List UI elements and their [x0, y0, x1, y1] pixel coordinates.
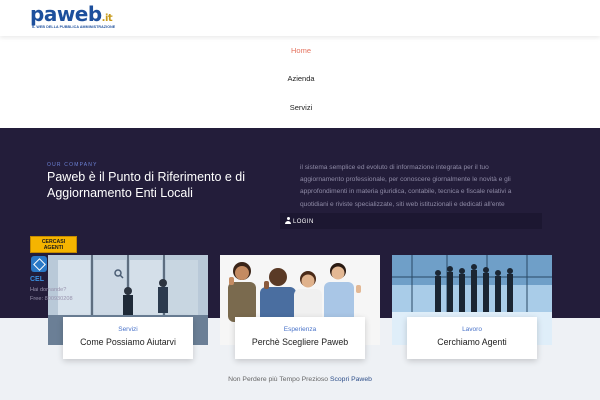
- scopri-paweb-link[interactable]: Scopri Paweb: [330, 376, 372, 383]
- card-kicker: Servizi: [118, 326, 138, 333]
- card-title: Perchè Scegliere Paweb: [251, 337, 349, 347]
- logo-main-text: paweb: [30, 2, 102, 26]
- badge-line2: AGENTI: [43, 245, 64, 251]
- widget-text: Hai domande? Free: 800930208: [30, 286, 73, 303]
- widget-phone: Free: 800930208: [30, 295, 73, 302]
- widget-line: Hai domande?: [30, 287, 67, 293]
- card-kicker: Lavoro: [462, 326, 482, 333]
- footer-text: Non Perdere più Tempo Prezioso: [228, 376, 329, 383]
- nav-item-servizi[interactable]: Servizi: [58, 103, 544, 112]
- site-header: paweb.it IL WEB DELLA PUBBLICA AMMINISTR…: [0, 0, 600, 36]
- hero-description-line: aggiornamento professionale, per conosce…: [300, 176, 511, 184]
- login-bar: LOGIN: [280, 213, 542, 229]
- cercasi-agenti-badge[interactable]: CERCASI AGENTI: [30, 236, 77, 253]
- card-title: Cerchiamo Agenti: [437, 337, 507, 347]
- card-label: Lavoro Cerchiamo Agenti: [407, 317, 537, 359]
- hero-description-line: il sistema semplice ed evoluto di inform…: [300, 164, 489, 171]
- user-icon: [285, 217, 291, 224]
- hero-title: Paweb è il Punto di Riferimento e di Agg…: [47, 170, 246, 200]
- hero-description-line: approfondimenti in materia giuridica, co…: [300, 188, 512, 196]
- card-title: Come Possiamo Aiutarvi: [80, 337, 176, 347]
- login-label: LOGIN: [293, 219, 314, 225]
- hero-description-line: quotidiani e riviste specializzate, siti…: [300, 200, 505, 208]
- logo-wordmark: paweb.it: [30, 2, 113, 26]
- card-label: Esperienza Perchè Scegliere Paweb: [235, 317, 365, 359]
- card-kicker: Esperienza: [283, 326, 317, 333]
- logo-tagline: IL WEB DELLA PUBBLICA AMMINISTRAZIONE: [32, 25, 116, 29]
- support-icon: [31, 256, 47, 272]
- mobile-nav-menu: Home Azienda Servizi: [58, 34, 544, 128]
- card-esperienza[interactable]: Esperienza Perchè Scegliere Paweb: [220, 255, 380, 361]
- logo-suffix: .it: [101, 13, 113, 24]
- hero-description: il sistema semplice ed evoluto di inform…: [300, 162, 548, 211]
- card-label: Servizi Come Possiamo Aiutarvi: [63, 317, 193, 359]
- nav-item-azienda[interactable]: Azienda: [58, 74, 544, 83]
- paweb-logo[interactable]: paweb.it IL WEB DELLA PUBBLICA AMMINISTR…: [30, 2, 120, 32]
- footer-cta: Non Perdere più Tempo Prezioso Scopri Pa…: [0, 376, 600, 383]
- widget-title: CEL: [30, 276, 44, 283]
- nav-item-home[interactable]: Home: [58, 46, 544, 55]
- hero-eyebrow: OUR COMPANY: [47, 162, 98, 168]
- login-button[interactable]: LOGIN: [285, 217, 314, 225]
- card-lavoro[interactable]: Lavoro Cerchiamo Agenti: [392, 255, 552, 361]
- contact-widget[interactable]: CEL Hai domande? Free: 800930208: [30, 255, 94, 307]
